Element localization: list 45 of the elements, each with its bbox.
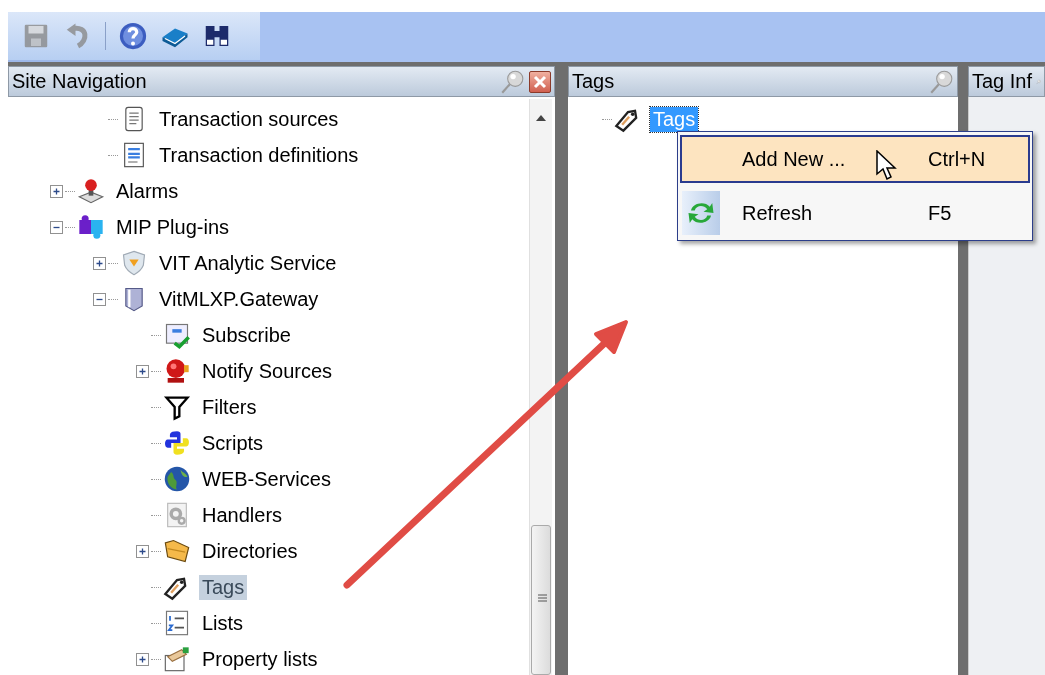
puzzle-icon	[77, 213, 105, 241]
close-icon	[533, 74, 547, 89]
tree-item[interactable]: Notify Sources	[199, 358, 336, 384]
expand-toggle[interactable]	[93, 256, 106, 270]
expand-toggle[interactable]	[136, 652, 149, 666]
script-icon	[163, 429, 191, 457]
tree-item[interactable]: Tags	[199, 574, 248, 600]
tree-item[interactable]: Transaction sources	[156, 106, 342, 132]
tree-item[interactable]: Lists	[199, 610, 247, 636]
tree-item[interactable]: WEB-Services	[199, 466, 334, 492]
scrollbar[interactable]	[529, 99, 552, 675]
tree-item[interactable]: Scripts	[199, 430, 267, 456]
menu-item[interactable]: Refresh F5	[680, 189, 1030, 237]
scroll-thumb[interactable]	[531, 525, 551, 675]
globe-icon	[163, 465, 191, 493]
tree-item[interactable]: VitMLXP.Gateway	[156, 286, 322, 312]
expand-toggle[interactable]	[50, 184, 63, 198]
tree-item[interactable]: VIT Analytic Service	[156, 250, 340, 276]
tree-item[interactable]: Filters	[199, 394, 260, 420]
tree-item[interactable]: Transaction definitions	[156, 142, 362, 168]
cursor-icon	[876, 150, 898, 182]
panel-title: Tag Inf	[972, 70, 1033, 93]
close-button[interactable]	[529, 70, 551, 93]
tree-item[interactable]: Directories	[199, 538, 301, 564]
tree-item[interactable]: MIP Plug-ins	[113, 214, 232, 240]
tree-item[interactable]: Handlers	[199, 502, 286, 528]
expand-toggle[interactable]	[93, 292, 106, 306]
numbered-list-icon	[163, 609, 191, 637]
alarm-icon	[77, 177, 105, 205]
help-icon	[118, 21, 148, 51]
menu-item[interactable]: Add New ... Ctrl+N	[680, 135, 1030, 183]
checked-form-icon	[163, 321, 191, 349]
shield-icon	[120, 249, 148, 277]
expand-toggle[interactable]	[50, 220, 63, 234]
tree-item[interactable]: Property lists	[199, 646, 321, 672]
expand-toggle[interactable]	[136, 544, 149, 558]
expand-toggle[interactable]	[136, 364, 149, 378]
tree-item[interactable]: Alarms	[113, 178, 182, 204]
tree-item[interactable]: Subscribe	[199, 322, 294, 348]
panel-title: Site Navigation	[12, 70, 148, 93]
shortcut-label: Ctrl+N	[928, 147, 987, 171]
panel-title: Tags	[572, 70, 616, 93]
folder-icon	[163, 537, 191, 565]
shortcut-label: F5	[928, 201, 953, 225]
scroll-up-icon[interactable]	[536, 115, 546, 121]
